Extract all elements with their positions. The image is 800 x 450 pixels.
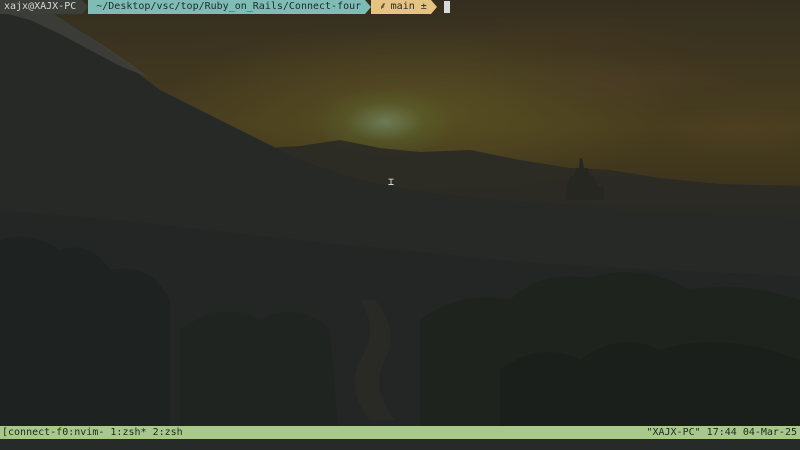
tmux-window-tab[interactable]: 1:zsh*	[110, 427, 146, 438]
tmux-hostname: "XAJX-PC"	[646, 427, 701, 438]
prompt-git-dirty-indicator: ±	[420, 1, 427, 12]
prompt-user-host: xajx@XAJX-PC	[0, 0, 83, 14]
prompt-git-segment: ⸙ main ±	[371, 0, 431, 14]
git-branch-icon: ⸙	[379, 1, 387, 12]
terminal-screen[interactable]: xajx@XAJX-PC ~/Desktop/vsc/top/Ruby_on_R…	[0, 0, 800, 450]
prompt-separator-arrow	[430, 0, 437, 14]
terminal-bottom-padding	[0, 439, 800, 450]
prompt-git-branch: main	[390, 1, 415, 12]
tmux-clock: 17:44	[706, 427, 737, 438]
tmux-window-tab[interactable]: 0:nvim-	[62, 427, 104, 438]
text-cursor[interactable]	[443, 1, 450, 13]
tmux-status-right: "XAJX-PC" 17:44 04-Mar-25	[646, 426, 800, 439]
tmux-date: 04-Mar-25	[742, 427, 797, 438]
tmux-status-bar: [connect-f0:nvim- 1:zsh* 2:zsh "XAJX-PC"…	[0, 426, 800, 439]
tmux-window-list: [connect-f0:nvim- 1:zsh* 2:zsh	[0, 426, 183, 439]
tmux-session-name: [connect-f	[2, 427, 63, 438]
tmux-window-tab[interactable]: 2:zsh	[153, 427, 183, 438]
shell-prompt: xajx@XAJX-PC ~/Desktop/vsc/top/Ruby_on_R…	[0, 0, 800, 14]
prompt-current-path: ~/Desktop/vsc/top/Ruby_on_Rails/Connect-…	[88, 0, 366, 14]
text-select-cursor-icon: ⌶	[388, 177, 395, 188]
wallpaper-dim-overlay	[0, 0, 800, 450]
